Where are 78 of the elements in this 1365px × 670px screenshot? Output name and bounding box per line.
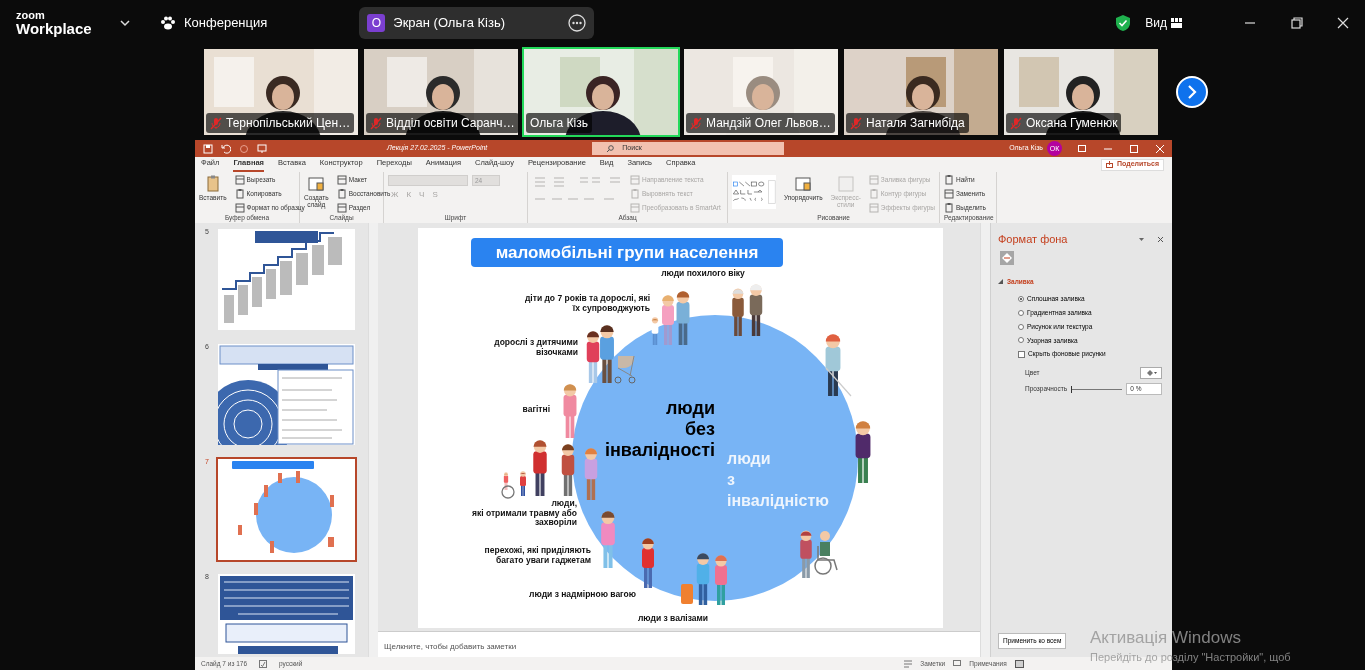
avatar-initial: О	[367, 14, 386, 32]
wheelchair-drawing	[501, 485, 515, 499]
person-drawing	[662, 295, 674, 345]
pane-title: Формат фона	[998, 232, 1068, 247]
person-drawing	[676, 291, 690, 345]
comment-icon[interactable]	[953, 659, 962, 668]
person-drawing	[600, 325, 614, 383]
save-icon[interactable]	[203, 143, 213, 154]
slide-title: маломобільні групи населення	[471, 238, 783, 267]
slide-label: діти до 7 років та дорослі, які їх супроводжують	[524, 294, 650, 314]
participant-name: Мандзій Олег Львов…	[706, 115, 831, 132]
chevron-down-icon[interactable]	[120, 18, 130, 28]
presentation-icon[interactable]	[257, 143, 267, 154]
more-icon[interactable]	[568, 14, 587, 32]
person-drawing	[642, 538, 654, 588]
grid-icon[interactable]	[1171, 18, 1182, 28]
slide-label: дорослі з дитячими візочками	[494, 338, 578, 358]
person-drawing	[503, 472, 509, 490]
slide-label: люди з надмірною вагою	[529, 590, 636, 600]
logo-text: zoom	[16, 10, 46, 21]
person-drawing	[732, 288, 744, 336]
participant-name: Тернопільський Цен…	[226, 115, 351, 132]
meeting-label[interactable]: Конференция	[184, 13, 268, 33]
slide-thumbnail[interactable]	[216, 572, 357, 656]
person-drawing	[563, 384, 577, 438]
logo-text: Workplace	[16, 21, 93, 36]
shield-icon[interactable]	[1115, 14, 1132, 32]
slide-label: люди, які отримали травму або захворіли	[471, 499, 577, 528]
slide-label: люди з валізами	[636, 614, 710, 624]
stroller-drawing	[614, 355, 636, 384]
participant-name: Наталя Загнибіда	[866, 115, 965, 132]
suitcase-drawing	[681, 584, 693, 604]
person-drawing	[855, 421, 871, 483]
close-icon[interactable]	[1157, 235, 1164, 243]
caret-icon	[998, 278, 1003, 284]
slide-heading: люди без інвалідності	[604, 398, 715, 461]
person-drawing	[749, 284, 763, 336]
next-button[interactable]	[1176, 76, 1208, 108]
color-picker[interactable]	[1140, 367, 1162, 379]
search-icon	[606, 144, 615, 153]
slide-label: перехожі, які приділяють багато уваги гаджетам	[484, 546, 591, 566]
view-label[interactable]: Вид	[1145, 14, 1167, 32]
chevron-right-icon	[1186, 85, 1198, 99]
person-drawing	[533, 440, 547, 496]
restore-icon[interactable]	[1291, 17, 1303, 29]
slide-label: люди похилого віку	[660, 269, 746, 279]
display-icon[interactable]	[1078, 145, 1086, 152]
wheelchair-drawing	[814, 531, 838, 575]
rectangle-icon	[307, 175, 326, 193]
share-label: Экран (Ольга Кізь)	[393, 14, 507, 33]
person-drawing	[800, 530, 812, 578]
person-drawing	[586, 331, 600, 383]
person-drawing	[696, 553, 710, 605]
person-drawing	[520, 471, 526, 496]
participant-name: Ольга Кізь	[530, 115, 588, 132]
paint-bucket-icon	[1145, 369, 1157, 378]
person-drawing	[651, 317, 659, 345]
participant-name: Відділ освіти Саранч…	[386, 115, 515, 132]
participant-name: Оксана Гуменюк	[1026, 115, 1118, 132]
share-icon	[1106, 161, 1113, 168]
person-drawing	[561, 444, 575, 496]
rectangle-icon	[794, 175, 813, 193]
slide-thumbnail[interactable]	[216, 457, 357, 562]
paw-icon	[160, 16, 176, 30]
normal-view-icon[interactable]	[1014, 659, 1024, 668]
slide-heading: люди з інвалідністю	[727, 449, 829, 511]
person-drawing	[584, 448, 598, 500]
undo-icon[interactable]	[221, 143, 231, 154]
slide-label: вагітні	[522, 405, 550, 415]
slide-thumbnail[interactable]	[216, 342, 357, 447]
notes-placeholder[interactable]: Щелкните, чтобы добавить заметки	[378, 631, 980, 657]
dropdown-icon[interactable]	[1138, 235, 1145, 243]
activation-title: Активація Windows	[1090, 629, 1241, 648]
slide-thumbnail[interactable]	[216, 227, 357, 332]
person-drawing	[715, 555, 727, 605]
shapes-gallery[interactable]	[732, 175, 776, 209]
person-drawing	[601, 511, 615, 568]
maximize-icon[interactable]	[1130, 144, 1138, 153]
